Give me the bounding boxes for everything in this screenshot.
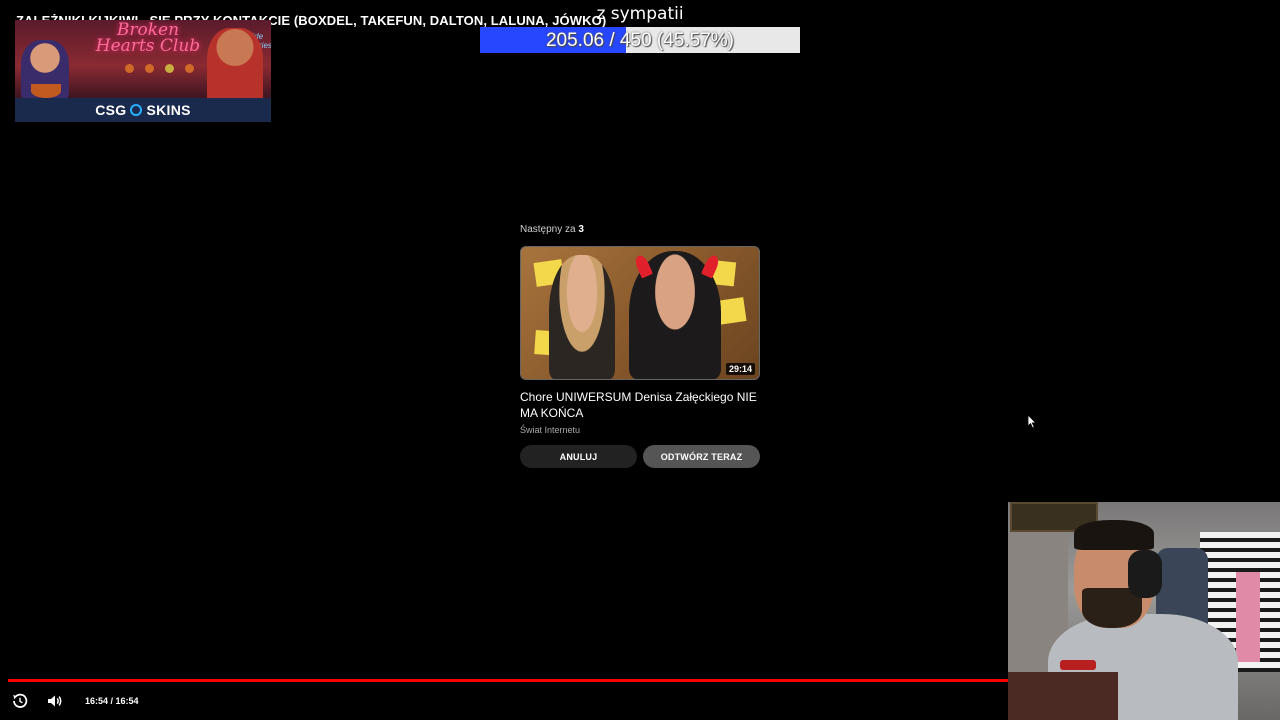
goal-progress-bar: 205.06 / 450 (45.57%) bbox=[480, 27, 800, 53]
up-next-thumbnail[interactable]: 29:14 bbox=[520, 246, 760, 380]
up-next-prefix: Następny za bbox=[520, 224, 576, 235]
sponsor-brand-logo: CSG SKINS bbox=[15, 98, 271, 122]
streamer-webcam bbox=[1008, 502, 1280, 720]
brand-ring-icon bbox=[130, 104, 143, 116]
play-now-button[interactable]: ODTWÓRZ TERAZ bbox=[643, 445, 760, 468]
replay-icon[interactable] bbox=[8, 690, 32, 712]
banner-beer-taps bbox=[125, 64, 205, 94]
up-next-card: Następny za 3 29:14 Chore UNIWERSUM Deni… bbox=[520, 224, 760, 468]
sponsor-banner: Broken Hearts Club Side Stories CSG SKIN… bbox=[15, 20, 271, 122]
volume-icon[interactable] bbox=[43, 690, 67, 712]
headphones-icon bbox=[1128, 550, 1162, 598]
brand-right-text: SKINS bbox=[146, 102, 191, 118]
webcam-person-hair bbox=[1074, 520, 1154, 550]
webcam-desk bbox=[1008, 672, 1118, 720]
brand-left-text: CSG bbox=[95, 102, 127, 118]
player-controls: 16:54 / 16:54 bbox=[8, 690, 139, 712]
video-progress-bar[interactable] bbox=[8, 679, 1008, 682]
up-next-video-title[interactable]: Chore UNIWERSUM Denisa Załęckiego NIE MA… bbox=[520, 389, 758, 421]
thumbnail-person-left bbox=[549, 255, 615, 379]
time-display: 16:54 / 16:54 bbox=[85, 696, 139, 706]
cancel-autoplay-button[interactable]: ANULUJ bbox=[520, 445, 637, 468]
up-next-channel-name[interactable]: Świat Internetu bbox=[520, 425, 760, 435]
webcam-mug bbox=[1060, 660, 1096, 670]
up-next-seconds: 3 bbox=[578, 224, 584, 235]
banner-bowl bbox=[31, 84, 61, 98]
devil-horn-icon bbox=[633, 253, 653, 279]
webcam-pink-garment bbox=[1236, 572, 1260, 662]
banner-figure-right bbox=[207, 28, 263, 106]
up-next-countdown: Następny za 3 bbox=[520, 224, 760, 240]
goal-progress-text: 205.06 / 450 (45.57%) bbox=[545, 30, 735, 51]
banner-neon-sign: Broken Hearts Club bbox=[95, 20, 201, 56]
up-next-actions: ANULUJ ODTWÓRZ TERAZ bbox=[520, 445, 760, 468]
goal-label: z sympatii bbox=[596, 4, 684, 24]
video-duration-badge: 29:14 bbox=[725, 363, 755, 375]
